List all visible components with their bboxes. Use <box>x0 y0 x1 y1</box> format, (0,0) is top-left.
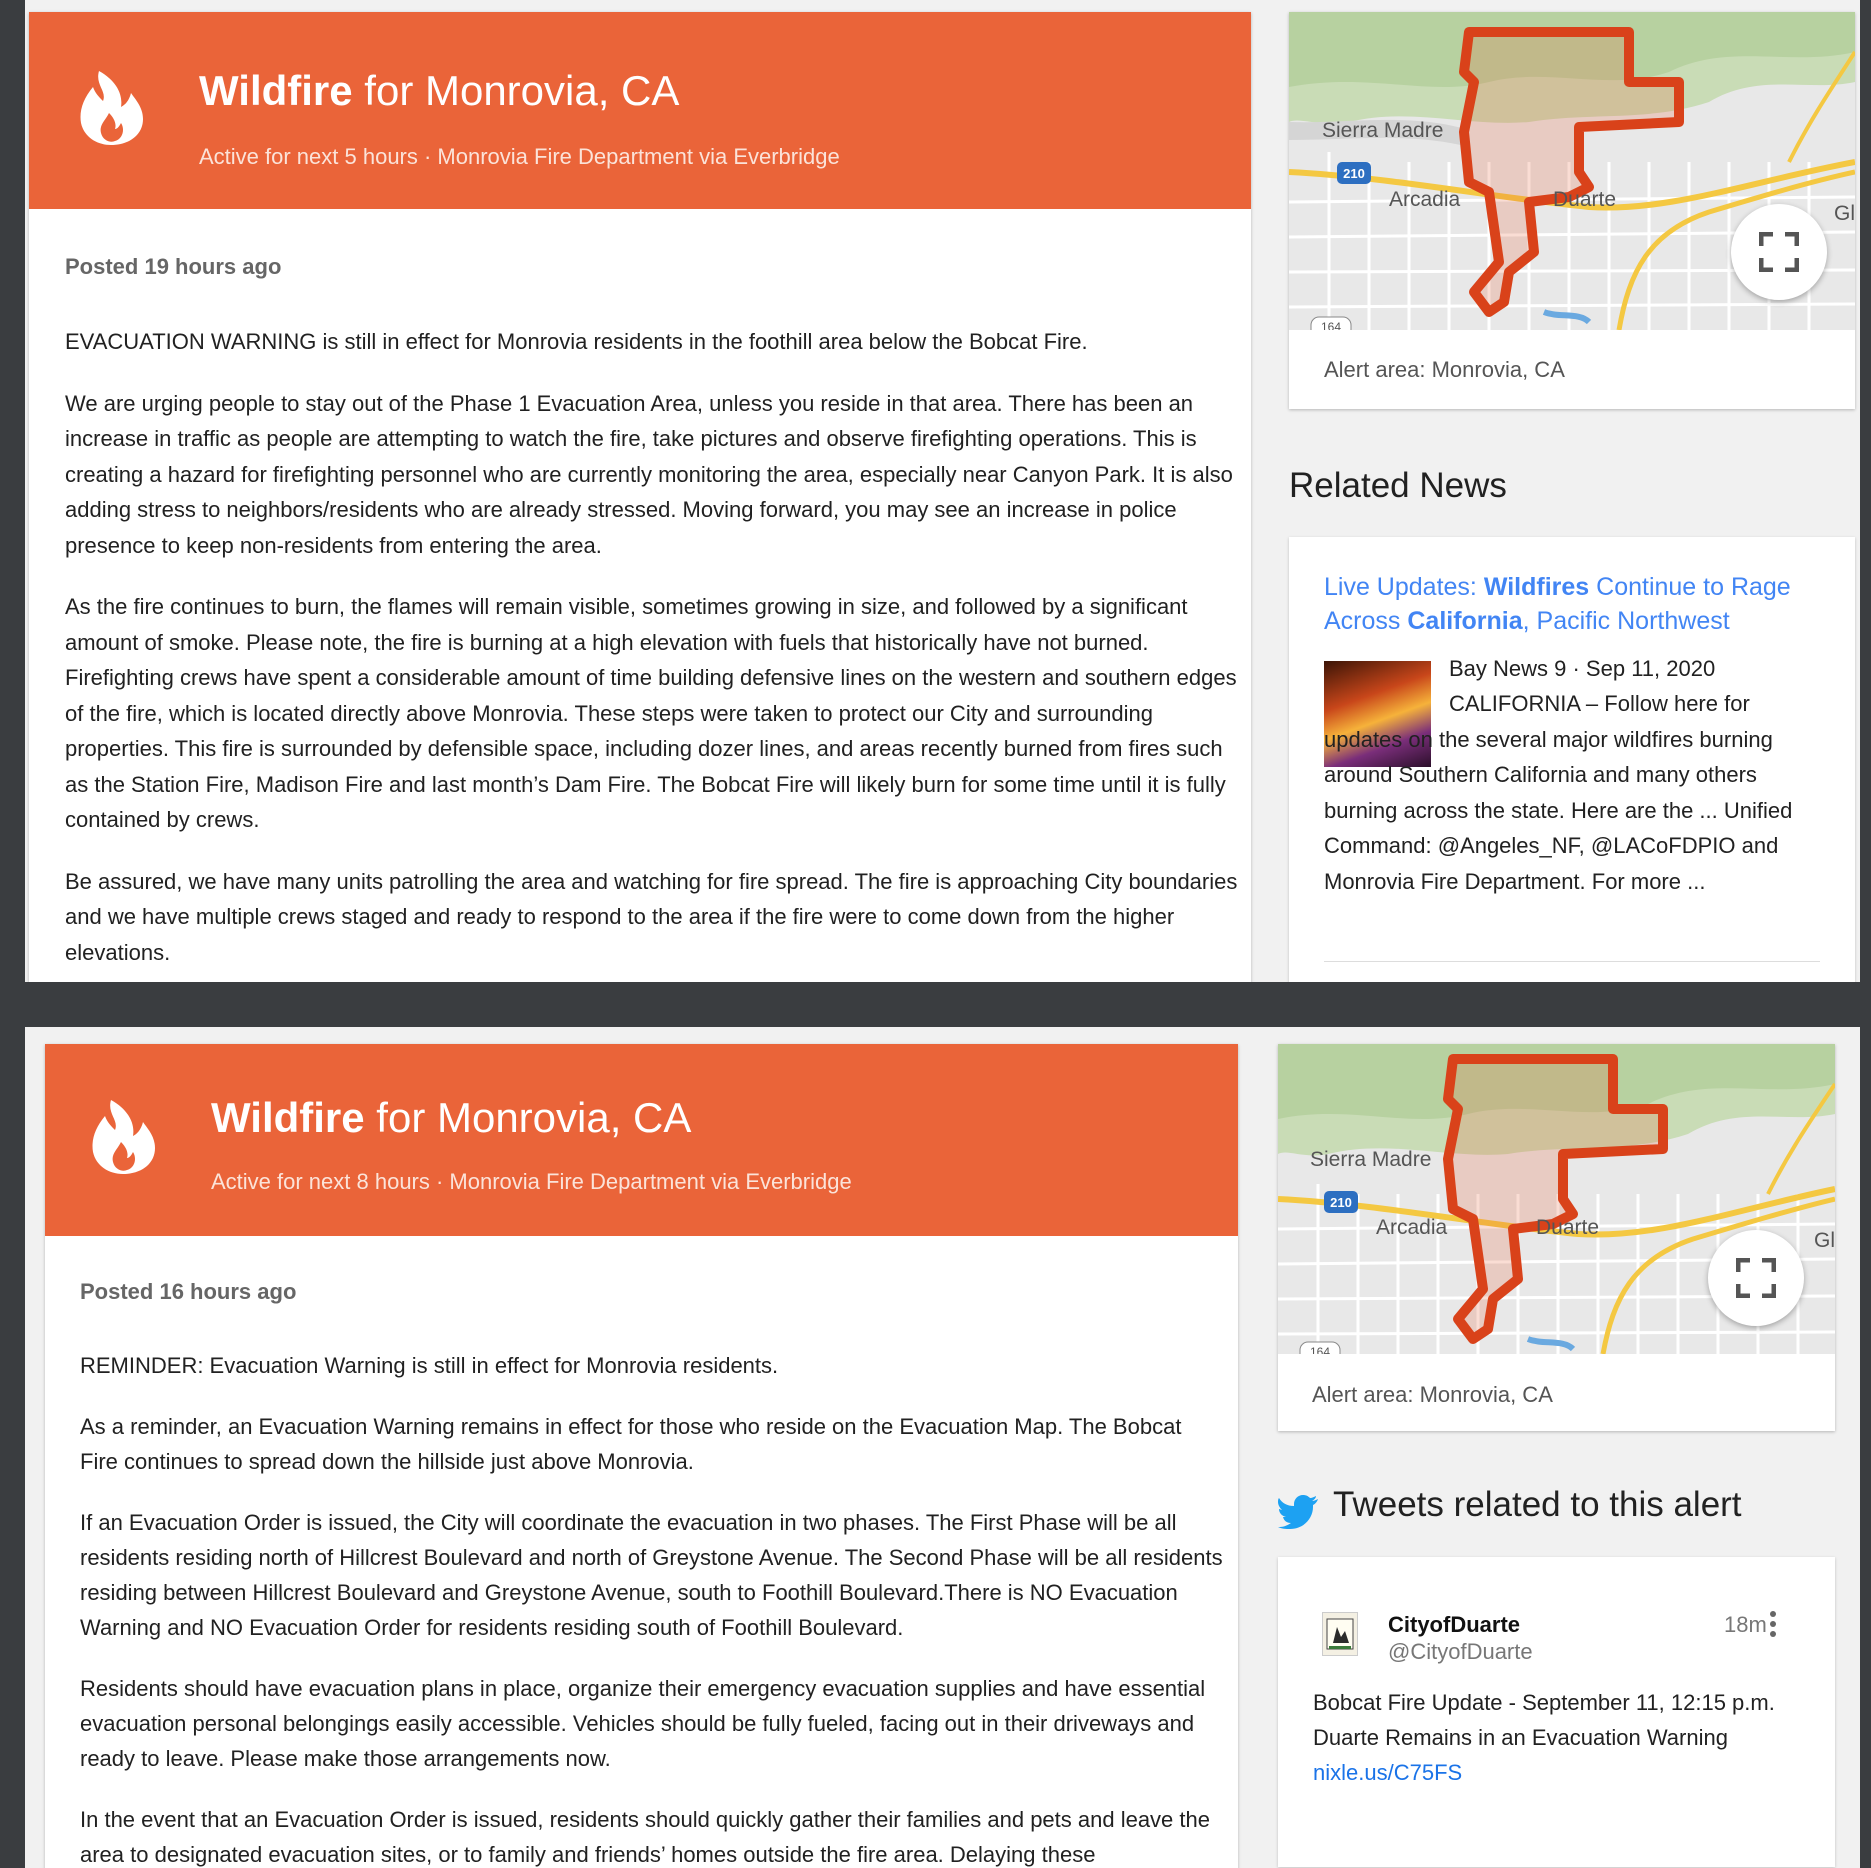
alert-paragraph: As the fire continues to burn, the flame… <box>65 594 1237 832</box>
alert-area-label: Alert area: Monrovia, CA <box>1324 357 1565 382</box>
hwy-164-label: 164 <box>1321 320 1341 330</box>
alert-body: EVACUATION WARNING is still in effect fo… <box>65 324 1240 982</box>
more-vert-icon <box>1770 1611 1776 1637</box>
alert-paragraph: We are urging people to stay out of the … <box>65 390 1233 558</box>
news-source: Bay News 9 · Sep 11, 2020 <box>1449 656 1716 681</box>
map-card: 210 164 Sierra Madre Arcadia Duarte Gl A… <box>1278 1044 1835 1431</box>
tweets-heading: Tweets related to this alert <box>1333 1485 1742 1524</box>
screenshot-panel-2: Wildfire for Monrovia, CA Active for nex… <box>25 1027 1860 1868</box>
expand-map-button[interactable] <box>1708 1230 1804 1326</box>
hwy-164-label: 164 <box>1310 1345 1330 1354</box>
news-snippet: CALIFORNIA – Follow here for updates on … <box>1324 686 1824 899</box>
fire-icon <box>77 67 147 152</box>
fullscreen-icon <box>1736 1258 1776 1298</box>
alert-card: Wildfire for Monrovia, CA Active for nex… <box>29 12 1251 982</box>
alert-type: Wildfire <box>199 67 353 114</box>
tweet-menu-button[interactable] <box>1768 1609 1778 1639</box>
alert-paragraph: In the event that an Evacuation Order is… <box>80 1807 1210 1867</box>
related-news-heading: Related News <box>1289 466 1507 505</box>
news-divider <box>1324 961 1820 962</box>
alert-card: Wildfire for Monrovia, CA Active for nex… <box>45 1044 1238 1868</box>
tweet-author-handle[interactable]: @CityofDuarte <box>1388 1639 1533 1665</box>
alert-subtitle: Active for next 5 hours · Monrovia Fire … <box>199 144 840 169</box>
tweet-card[interactable]: CityofDuarte @CityofDuarte 18m Bobcat Fi… <box>1278 1557 1835 1867</box>
alert-map[interactable]: 210 164 Sierra Madre Arcadia Duarte Gl <box>1289 12 1855 330</box>
alert-paragraph: As a reminder, an Evacuation Warning rem… <box>80 1414 1182 1474</box>
tweet-line: Bobcat Fire Update - September 11, 12:15… <box>1313 1690 1775 1715</box>
news-title-link[interactable]: Live Updates: Wildfires Continue to Rage… <box>1324 570 1824 638</box>
fullscreen-icon <box>1759 232 1799 272</box>
hwy-210-label: 210 <box>1330 1195 1352 1210</box>
news-title-highlight: Wildfires <box>1483 573 1590 601</box>
news-card[interactable]: Live Updates: Wildfires Continue to Rage… <box>1289 537 1855 982</box>
tweet-line: Duarte Remains in an Evacuation Warning <box>1313 1725 1728 1750</box>
map-label-sierra-madre: Sierra Madre <box>1322 119 1444 142</box>
tweet-author-name[interactable]: CityofDuarte <box>1388 1612 1520 1638</box>
alert-location: for Monrovia, CA <box>352 67 680 114</box>
fire-icon <box>89 1096 159 1181</box>
alert-paragraph: Be assured, we have many units patrollin… <box>65 868 1238 965</box>
map-label-gl: Gl <box>1834 202 1855 225</box>
tweet-link[interactable]: nixle.us/C75FS <box>1313 1755 1813 1790</box>
alert-type: Wildfire <box>211 1094 365 1141</box>
twitter-bird-icon <box>1278 1495 1318 1529</box>
alert-header: Wildfire for Monrovia, CA Active for nex… <box>29 12 1251 209</box>
map-card: 210 164 Sierra Madre Arcadia Duarte Gl A… <box>1289 12 1855 409</box>
alert-paragraph: If an Evacuation Order is issued, the Ci… <box>80 1510 1223 1640</box>
posted-time: Posted 16 hours ago <box>80 1279 297 1304</box>
alert-paragraph: REMINDER: Evacuation Warning is still in… <box>80 1353 779 1378</box>
news-title-highlight: California <box>1407 607 1523 635</box>
alert-area-label: Alert area: Monrovia, CA <box>1312 1382 1553 1407</box>
tweet-avatar[interactable] <box>1322 1612 1358 1656</box>
alert-title: Wildfire for Monrovia, CA <box>211 1094 691 1142</box>
expand-map-button[interactable] <box>1731 204 1827 300</box>
tweets-heading-row: Tweets related to this alert <box>1278 1485 1835 1535</box>
posted-time: Posted 19 hours ago <box>65 254 282 279</box>
news-title-text: Live Updates: <box>1324 573 1484 601</box>
alert-header: Wildfire for Monrovia, CA Active for nex… <box>45 1044 1238 1236</box>
alert-title: Wildfire for Monrovia, CA <box>199 67 679 115</box>
hwy-210-label: 210 <box>1343 166 1365 181</box>
alert-paragraph: Residents should have evacuation plans i… <box>80 1676 1206 1771</box>
alert-paragraph: EVACUATION WARNING is still in effect fo… <box>65 329 1088 354</box>
city-seal-icon <box>1326 1618 1354 1650</box>
map-label-arcadia: Arcadia <box>1376 1216 1448 1239</box>
alert-map[interactable]: 210 164 Sierra Madre Arcadia Duarte Gl <box>1278 1044 1835 1354</box>
news-title-text: , Pacific Northwest <box>1522 607 1730 635</box>
map-label-sierra-madre: Sierra Madre <box>1310 1148 1432 1171</box>
alert-subtitle: Active for next 8 hours · Monrovia Fire … <box>211 1169 852 1194</box>
map-label-gl: Gl <box>1814 1229 1835 1252</box>
tweet-timestamp: 18m <box>1724 1612 1767 1637</box>
screenshot-panel-1: Wildfire for Monrovia, CA Active for nex… <box>25 0 1860 982</box>
map-label-duarte: Duarte <box>1553 188 1617 211</box>
map-label-duarte: Duarte <box>1536 1216 1600 1239</box>
alert-location: for Monrovia, CA <box>364 1094 692 1141</box>
map-label-arcadia: Arcadia <box>1389 188 1461 211</box>
alert-body: REMINDER: Evacuation Warning is still in… <box>80 1348 1225 1868</box>
tweet-body: Bobcat Fire Update - September 11, 12:15… <box>1313 1685 1813 1790</box>
news-snippet-text: CALIFORNIA – Follow here for updates on … <box>1324 691 1793 894</box>
